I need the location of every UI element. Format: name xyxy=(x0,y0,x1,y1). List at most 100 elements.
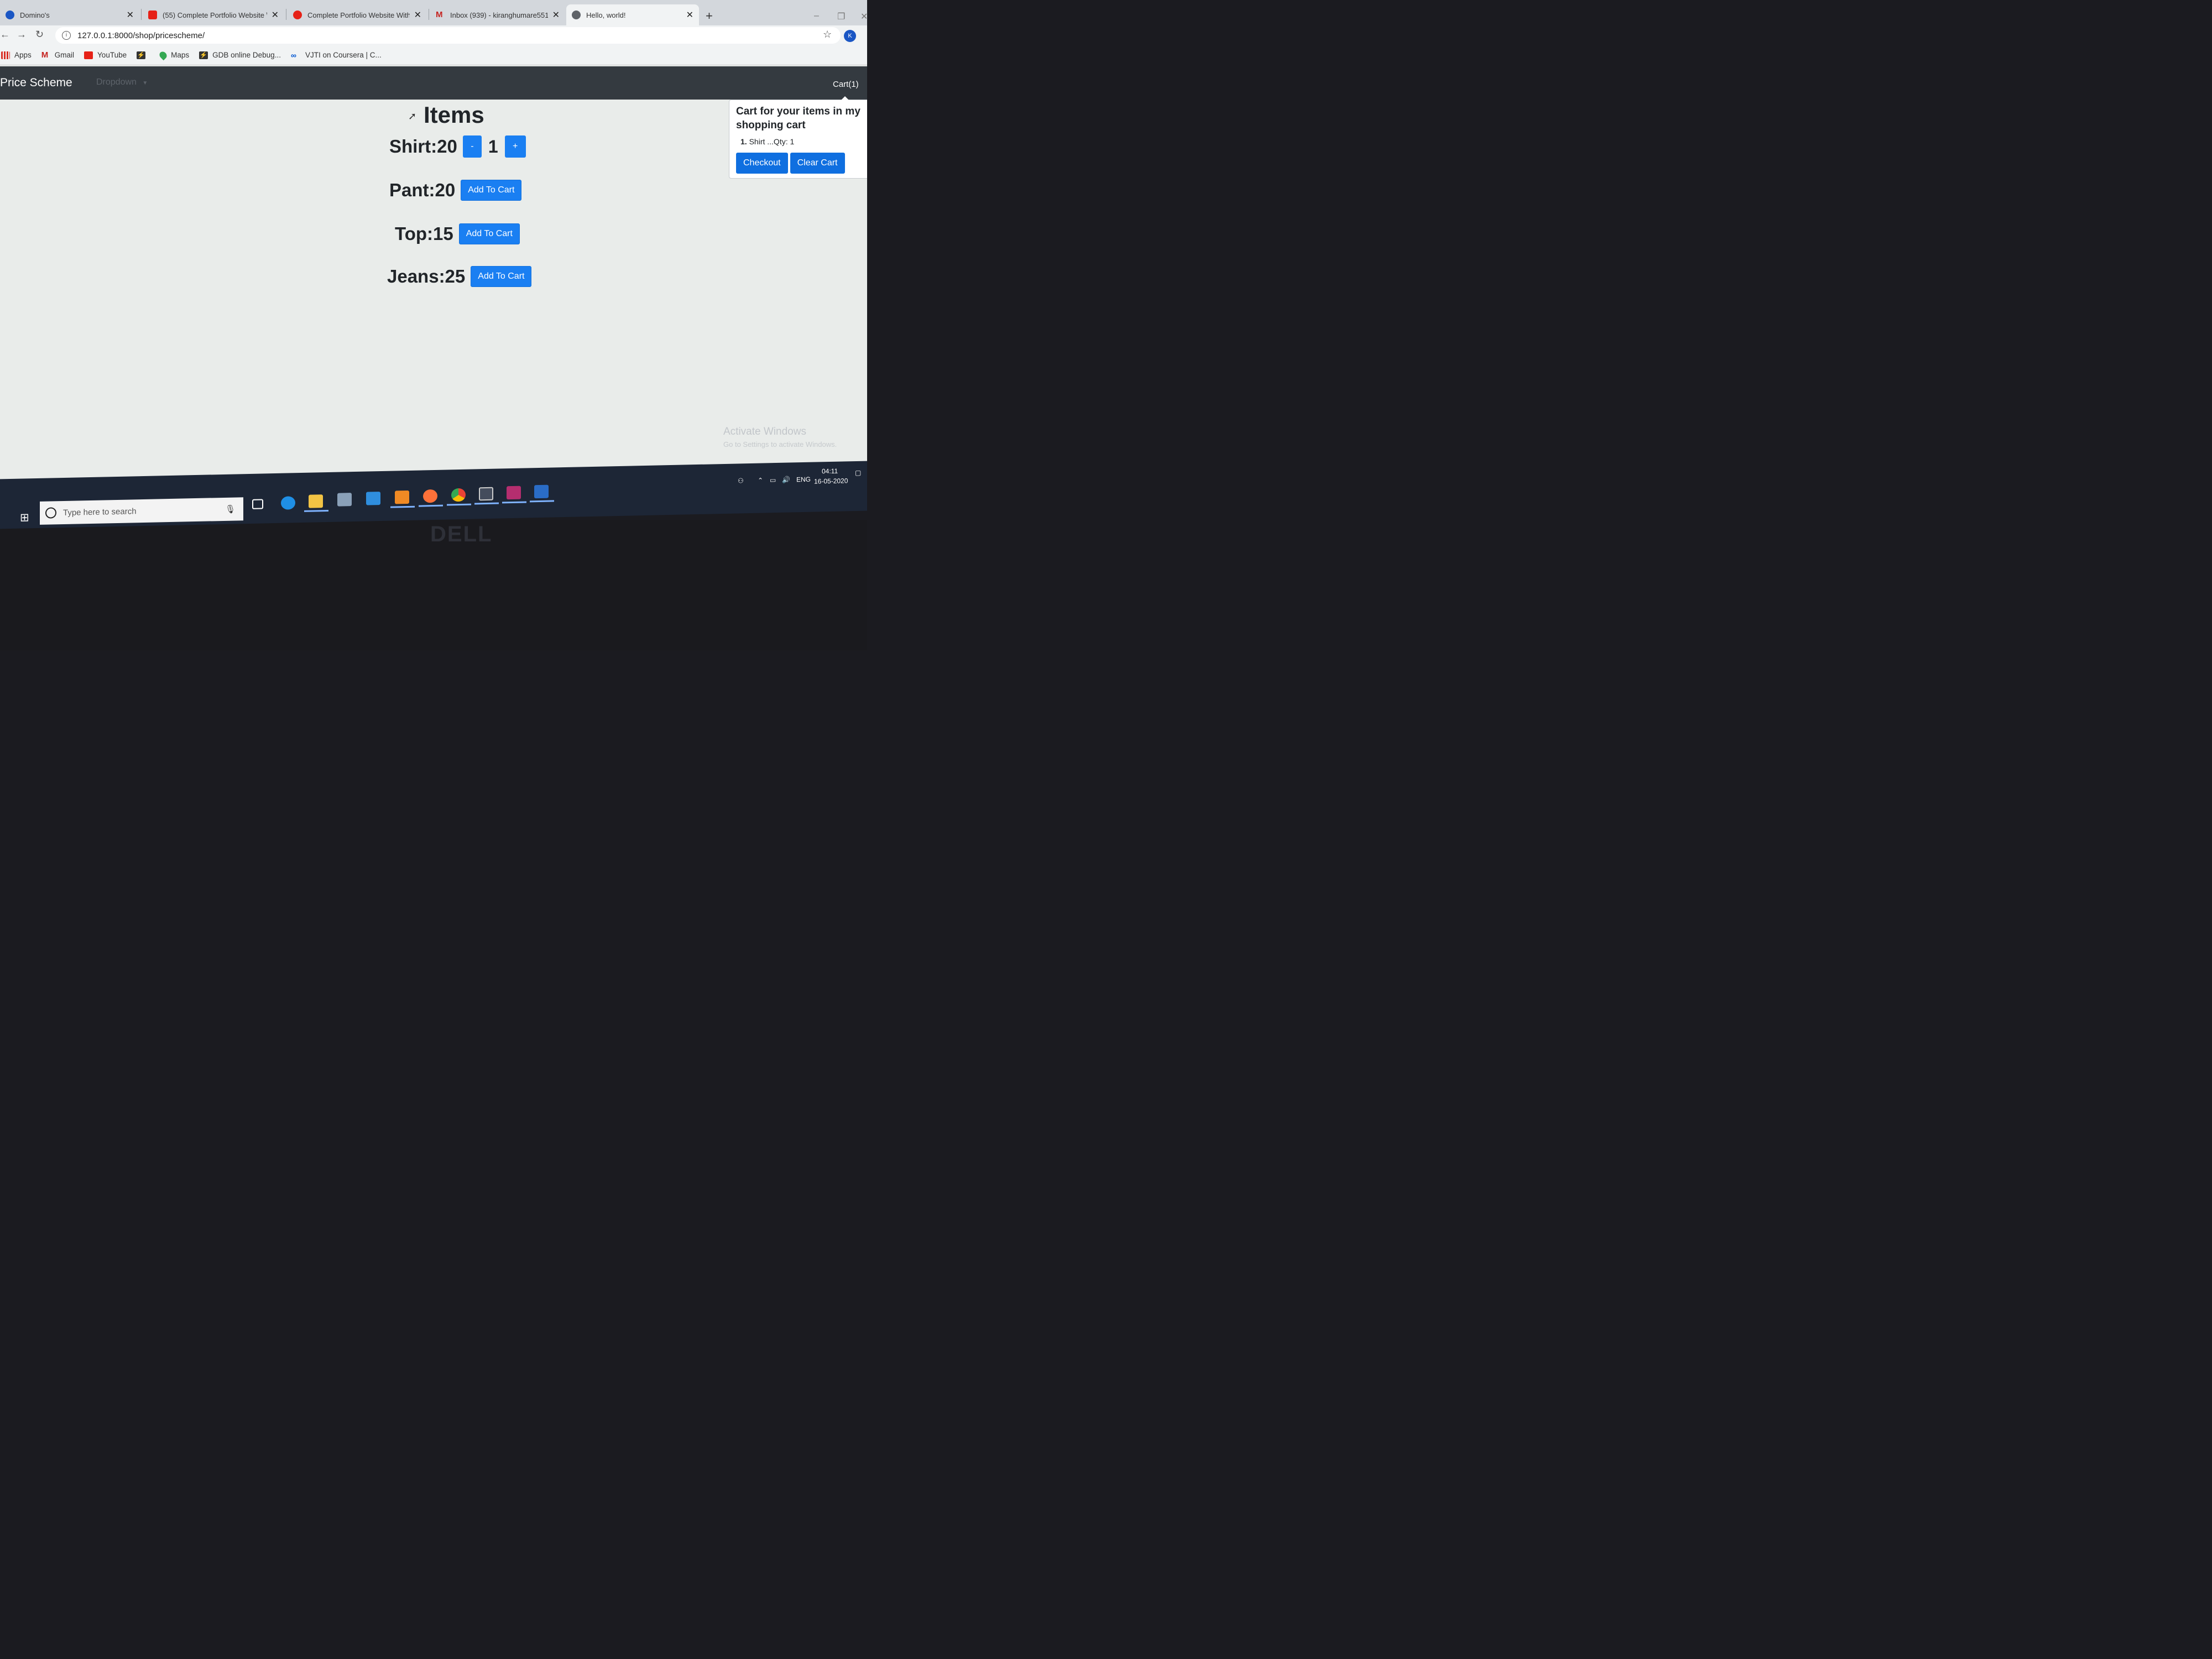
firefox-icon[interactable] xyxy=(423,489,437,503)
bookmark-label: Apps xyxy=(14,51,32,59)
active-app-indicator xyxy=(419,504,443,507)
bookmark-maps[interactable]: Maps xyxy=(158,50,190,60)
add-to-cart-button[interactable]: Add To Cart xyxy=(458,223,520,244)
bookmark-coursera[interactable]: ∞ VJTI on Coursera | C... xyxy=(291,51,382,59)
clock-date[interactable]: 16-05-2020 xyxy=(814,477,848,485)
language-indicator[interactable]: ENG xyxy=(796,476,811,484)
store-icon[interactable] xyxy=(337,493,352,507)
cart-item-text: Shirt ...Qty: 1 xyxy=(749,137,795,146)
bookmark-star-icon[interactable]: ☆ xyxy=(823,29,832,40)
cortana-icon xyxy=(45,507,56,519)
window-close-icon[interactable]: ✕ xyxy=(860,11,867,22)
winrar-icon[interactable] xyxy=(507,486,521,500)
powershell-icon[interactable] xyxy=(534,484,549,499)
chrome-icon[interactable] xyxy=(451,488,466,502)
brand-link[interactable]: Price Scheme xyxy=(0,76,72,90)
active-app-indicator xyxy=(304,509,328,512)
gmail-icon: M xyxy=(41,50,49,60)
sublime-icon[interactable] xyxy=(395,490,409,504)
close-icon[interactable]: ✕ xyxy=(127,9,134,20)
browser-toolbar: ← → ↻ i 127.0.0.1:8000/shop/pricescheme/… xyxy=(0,25,867,45)
mail-icon[interactable] xyxy=(366,492,380,505)
product-label: Jeans:25 xyxy=(387,266,466,286)
apps-grid-icon xyxy=(1,51,10,59)
add-to-cart-button[interactable]: Add To Cart xyxy=(461,180,522,201)
bookmark-label: YouTube xyxy=(97,51,127,59)
lightning-icon: ⚡ xyxy=(199,51,208,59)
checkout-button[interactable]: Checkout xyxy=(736,153,788,174)
close-icon[interactable]: ✕ xyxy=(272,9,279,20)
active-app-indicator xyxy=(474,502,499,505)
product-row-jeans: Jeans:25 Add To Cart xyxy=(387,266,532,287)
microphone-icon[interactable]: 🎙 xyxy=(225,504,236,514)
dropdown-menu[interactable]: Dropdown ▼ xyxy=(96,77,148,87)
bookmark-apps[interactable]: Apps xyxy=(1,51,32,59)
task-view-icon[interactable] xyxy=(252,499,263,509)
clear-cart-button[interactable]: Clear Cart xyxy=(790,153,845,174)
add-to-cart-button[interactable]: Add To Cart xyxy=(471,266,532,287)
coursera-icon: ∞ xyxy=(290,50,296,60)
cart-link[interactable]: Cart(1) xyxy=(833,80,859,89)
profile-avatar[interactable]: K xyxy=(844,30,856,42)
lightning-icon: ⚡ xyxy=(137,51,146,59)
youtube-icon xyxy=(148,11,157,19)
restore-icon[interactable]: ❐ xyxy=(837,11,845,22)
close-icon[interactable]: ✕ xyxy=(552,9,560,20)
cart-popover: Cart for your items in my shopping cart … xyxy=(729,96,867,179)
search-placeholder: Type here to search xyxy=(63,506,137,518)
product-label: Top:15 xyxy=(395,223,453,244)
product-row-shirt: Shirt:20 - 1 + xyxy=(389,135,526,158)
notification-icon[interactable]: ▢ xyxy=(855,469,861,477)
tab-youtube-portfolio[interactable]: (55) Complete Portfolio Website \ ✕ xyxy=(143,4,284,25)
terminal-icon[interactable] xyxy=(479,487,493,501)
maps-pin-icon xyxy=(158,50,169,60)
page-title: Items xyxy=(424,102,484,128)
bookmark-gdb[interactable]: ⚡ GDB online Debug... xyxy=(199,51,281,59)
windows-start-icon[interactable]: ⊞ xyxy=(20,510,29,524)
tab-title: (55) Complete Portfolio Website \ xyxy=(163,11,267,19)
clock-time[interactable]: 04:11 xyxy=(822,467,838,476)
bookmark-lightning[interactable]: ⚡ xyxy=(137,51,150,59)
tab-strip: Domino's ✕ (55) Complete Portfolio Websi… xyxy=(0,0,867,27)
reload-icon[interactable]: ↻ xyxy=(35,29,44,40)
battery-icon[interactable]: ▭ xyxy=(770,476,776,484)
volume-icon[interactable]: 🔊 xyxy=(782,476,790,483)
bookmark-youtube[interactable]: YouTube xyxy=(84,51,127,59)
product-row-top: Top:15 Add To Cart xyxy=(395,223,520,244)
edge-icon[interactable] xyxy=(281,496,295,510)
tab-gmail-inbox[interactable]: M Inbox (939) - kiranghumare5517( ✕ xyxy=(430,4,565,25)
quantity-value: 1 xyxy=(488,136,498,156)
decrease-qty-button[interactable]: - xyxy=(462,135,482,158)
tab-title: Domino's xyxy=(20,11,50,19)
dropdown-label: Dropdown xyxy=(96,77,137,87)
tab-hello-world[interactable]: Hello, world! ✕ xyxy=(566,4,699,25)
close-icon[interactable]: ✕ xyxy=(686,9,693,20)
tab-portfolio-website[interactable]: Complete Portfolio Website With ✕ xyxy=(288,4,427,25)
close-icon[interactable]: ✕ xyxy=(414,9,421,20)
laptop-screen: Domino's ✕ (55) Complete Portfolio Websi… xyxy=(0,0,867,498)
bookmark-label: Gmail xyxy=(54,51,75,59)
bookmark-gmail[interactable]: M Gmail xyxy=(41,50,75,60)
info-icon[interactable]: i xyxy=(62,31,71,40)
tab-title: Inbox (939) - kiranghumare5517( xyxy=(450,11,548,19)
taskbar-search-input[interactable]: Type here to search 🎙 xyxy=(40,497,243,525)
bookmark-label: Maps xyxy=(171,51,190,59)
url-text: 127.0.0.1:8000/shop/pricescheme/ xyxy=(77,30,205,40)
minimize-icon[interactable]: – xyxy=(814,11,819,21)
back-icon[interactable]: ← xyxy=(0,29,10,40)
tab-dominos[interactable]: Domino's ✕ xyxy=(0,4,139,25)
tab-title: Hello, world! xyxy=(586,11,626,19)
new-tab-button[interactable]: + xyxy=(706,9,713,23)
popover-arrow xyxy=(841,96,849,100)
activation-watermark-title: Activate Windows xyxy=(723,426,806,437)
product-label: Pant:20 xyxy=(389,180,456,200)
forward-icon[interactable]: → xyxy=(17,29,27,40)
increase-qty-button[interactable]: + xyxy=(504,135,526,158)
chevron-up-icon[interactable]: ⌃ xyxy=(758,477,763,484)
file-explorer-icon[interactable] xyxy=(309,494,323,508)
people-icon[interactable]: ⚇ xyxy=(738,477,744,484)
address-bar[interactable]: i 127.0.0.1:8000/shop/pricescheme/ xyxy=(55,27,841,44)
cart-item: 1. Shirt ...Qty: 1 xyxy=(740,137,794,146)
bookmarks-bar: Apps M Gmail YouTube ⚡ Maps ⚡ GDB online… xyxy=(0,45,867,65)
dell-logo: DELL xyxy=(430,522,493,546)
